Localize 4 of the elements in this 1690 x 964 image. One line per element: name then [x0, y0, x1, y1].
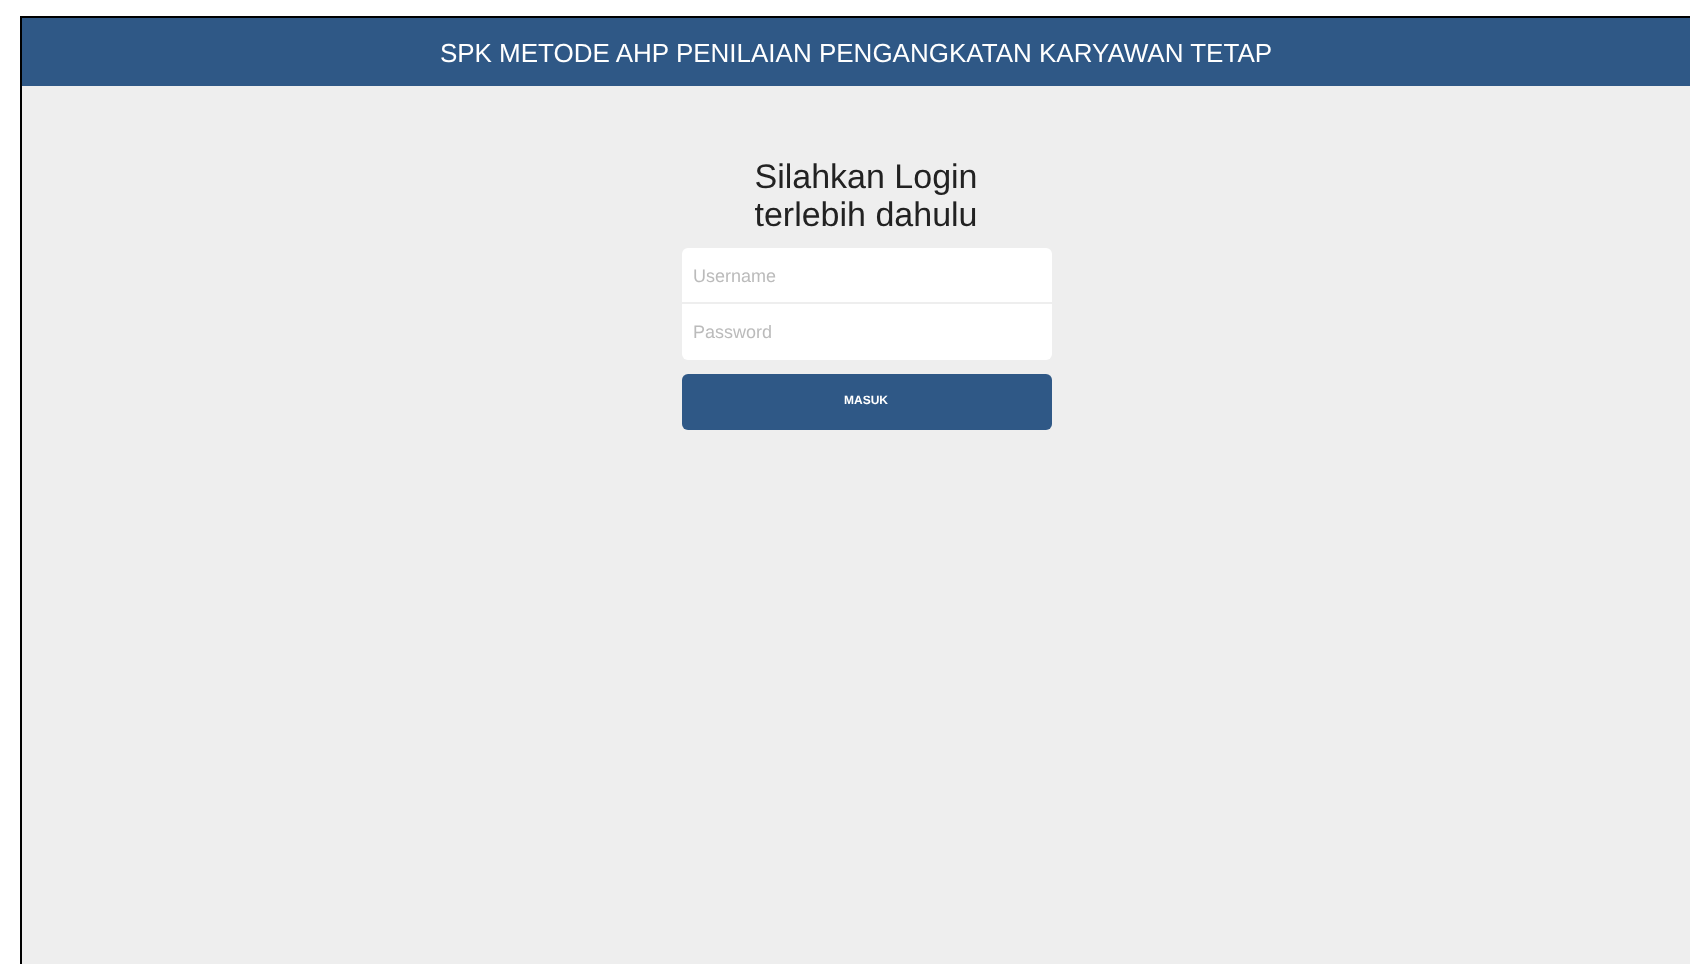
input-field[interactable]: Password — [681, 304, 1051, 360]
app-title: SPK METODE AHP PENILAIAN PENGANGKATAN KARYAWAN TETAP — [439, 37, 1273, 67]
login-heading: Silahkan Login terlebih dahulu — [754, 158, 978, 234]
input-field[interactable]: Username — [681, 248, 1051, 304]
